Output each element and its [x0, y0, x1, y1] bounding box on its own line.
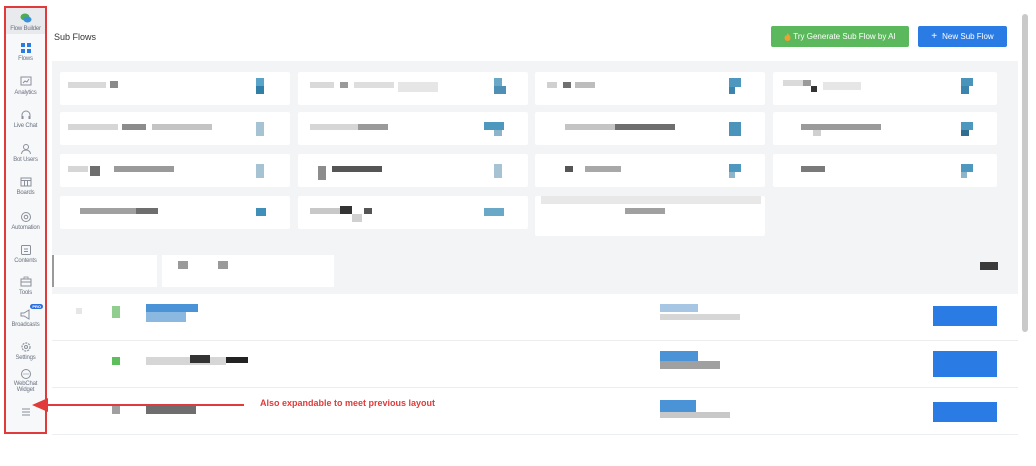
- sub-flow-card[interactable]: [60, 112, 290, 145]
- page-header: Sub Flows Try Generate Sub Flow by AI + …: [52, 11, 1018, 61]
- hamburger-icon: [21, 408, 30, 416]
- sidebar-item-label: Tools: [18, 290, 32, 296]
- page-title: Sub Flows: [54, 32, 97, 42]
- sidebar-item-label: Broadcasts: [11, 322, 40, 328]
- contents-icon: [20, 245, 31, 255]
- tab-filter[interactable]: [162, 255, 334, 287]
- table-row[interactable]: [52, 388, 1018, 435]
- table-row[interactable]: [52, 294, 1018, 341]
- sidebar-item-label: Analytics: [14, 90, 37, 96]
- table-row[interactable]: [52, 341, 1018, 388]
- sub-flow-card[interactable]: [60, 72, 290, 105]
- pro-badge: PRO: [30, 304, 43, 309]
- new-sub-flow-label: New Sub Flow: [942, 32, 994, 41]
- sidebar-item-label: Automation: [11, 225, 40, 231]
- sidebar-item-broadcasts[interactable]: PRO Broadcasts: [6, 304, 45, 328]
- sidebar-item-label: Bot Users: [13, 157, 38, 163]
- sub-flow-card[interactable]: [773, 154, 997, 187]
- sidebar-item-label: WebChat Widget: [13, 381, 38, 393]
- sidebar-item-webchat-widget[interactable]: WebChat Widget: [6, 368, 45, 393]
- generate-sub-flow-ai-label: Try Generate Sub Flow by AI: [793, 32, 896, 41]
- annotation-text: Also expandable to meet previous layout: [260, 398, 436, 408]
- chat-bubbles-icon: [20, 13, 31, 23]
- sidebar-item-bot-users[interactable]: Bot Users: [6, 143, 45, 163]
- sidebar-item-label: Contents: [14, 258, 37, 264]
- sidebar-item-label: Boards: [16, 190, 35, 196]
- annotation-arrow-line: [48, 404, 244, 406]
- sidebar: Flow Builder Flows Analytics Live Chat B…: [4, 6, 47, 434]
- sub-flow-card[interactable]: [298, 72, 528, 105]
- analytics-icon: [20, 76, 31, 86]
- toolbox-icon: [20, 276, 31, 287]
- sidebar-item-label: Settings: [15, 355, 36, 361]
- sidebar-item-boards[interactable]: Boards: [6, 176, 45, 196]
- board-icon: [20, 177, 31, 187]
- new-sub-flow-button[interactable]: + New Sub Flow: [918, 26, 1007, 47]
- sub-flow-card[interactable]: [535, 72, 765, 105]
- annotation-arrow-head: [32, 398, 48, 412]
- grid-icon: [20, 43, 31, 53]
- megaphone-icon: [20, 309, 29, 320]
- sidebar-item-live-chat[interactable]: Live Chat: [6, 109, 45, 129]
- sub-flow-card[interactable]: [60, 196, 290, 229]
- tab-sub-flows[interactable]: [52, 255, 157, 287]
- sub-flow-card[interactable]: [535, 154, 765, 187]
- gear-icon: [20, 342, 31, 352]
- automation-icon: [20, 212, 31, 222]
- plus-icon: +: [931, 30, 938, 42]
- sub-flow-card[interactable]: [773, 72, 997, 105]
- user-icon: [20, 144, 31, 155]
- fire-icon: [784, 32, 791, 41]
- vertical-scrollbar[interactable]: [1022, 14, 1028, 332]
- sidebar-item-settings[interactable]: Settings: [6, 341, 45, 361]
- sub-flow-card[interactable]: [298, 112, 528, 145]
- sub-flow-card[interactable]: [535, 112, 765, 145]
- generate-sub-flow-ai-button[interactable]: Try Generate Sub Flow by AI: [771, 26, 909, 47]
- sidebar-item-label: Flows: [18, 56, 33, 62]
- sidebar-item-contents[interactable]: Contents: [6, 244, 45, 264]
- webchat-icon: [20, 369, 31, 379]
- sub-flow-list: [52, 294, 1018, 441]
- sidebar-item-automation[interactable]: Automation: [6, 211, 45, 231]
- sidebar-item-tools[interactable]: Tools: [6, 276, 45, 296]
- sub-flow-card[interactable]: [298, 154, 528, 187]
- sidebar-item-label: Live Chat: [13, 123, 38, 129]
- headset-icon: [21, 110, 30, 119]
- sub-flow-card[interactable]: [60, 154, 290, 187]
- sort-toggle[interactable]: [980, 262, 998, 270]
- sidebar-item-analytics[interactable]: Analytics: [6, 76, 45, 96]
- sidebar-item-label: Flow Builder: [10, 26, 41, 32]
- sub-flow-card[interactable]: [773, 112, 997, 145]
- sidebar-item-flow-builder[interactable]: Flow Builder: [6, 8, 45, 34]
- main-content: Sub Flows Try Generate Sub Flow by AI + …: [52, 11, 1018, 441]
- sidebar-item-flows[interactable]: Flows: [6, 42, 45, 62]
- sub-flow-card[interactable]: [535, 196, 765, 236]
- sub-flow-card[interactable]: [298, 196, 528, 229]
